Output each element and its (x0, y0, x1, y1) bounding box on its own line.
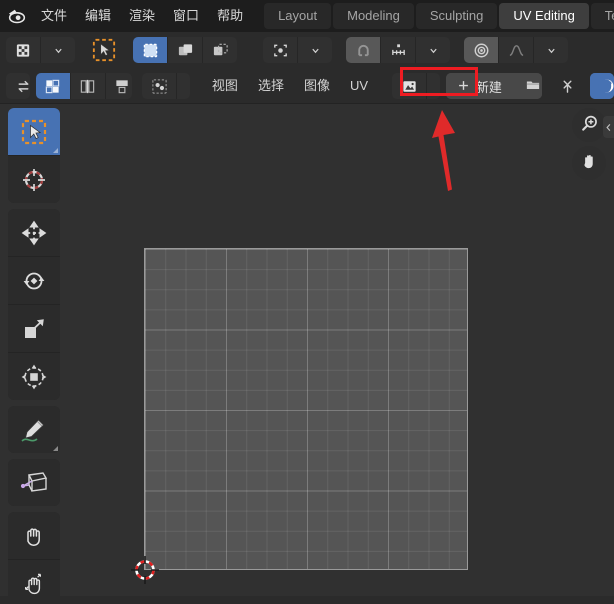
menu-edit[interactable]: 编辑 (76, 4, 120, 28)
proportional-editing-icon[interactable] (464, 37, 498, 63)
folder-icon (526, 78, 540, 94)
menu-render[interactable]: 渲染 (120, 4, 164, 28)
tool-scale[interactable] (8, 304, 60, 352)
uv-sync-selection-icon[interactable] (6, 73, 30, 99)
tool-group-expander (53, 148, 58, 153)
editor-type-selector[interactable] (6, 37, 75, 63)
tool-cursor[interactable] (8, 155, 60, 203)
plus-icon (458, 79, 469, 94)
chevron-down-icon[interactable] (40, 37, 75, 63)
select-extend-icon[interactable] (167, 37, 202, 63)
gizmo-pan[interactable] (572, 146, 606, 180)
workspace-tabs: Layout Modeling Sculpting UV Editing Te (264, 3, 614, 29)
menu-help[interactable]: 帮助 (208, 4, 252, 28)
snap-increment-icon[interactable] (380, 37, 415, 63)
status-bar (0, 596, 614, 604)
uv-sync-selection-button[interactable] (6, 73, 30, 99)
chevron-down-icon[interactable] (415, 37, 450, 63)
tool-group-annotate (8, 406, 60, 453)
header-menu-view[interactable]: 视图 (202, 74, 248, 98)
tool-tweak[interactable] (8, 108, 60, 155)
image-datablock-icon[interactable] (392, 73, 427, 99)
header-menu-uv[interactable]: UV (340, 74, 378, 98)
falloff-smooth-icon[interactable] (498, 37, 533, 63)
globe-icon[interactable] (590, 73, 614, 99)
tab-modeling[interactable]: Modeling (333, 3, 414, 29)
select-mode-group (133, 37, 237, 63)
toolbar-row-uv-header: 视图 选择 图像 UV 新建 (0, 68, 614, 104)
new-open-group: 新建 打开 (445, 73, 543, 99)
blender-window: 文件 编辑 渲染 窗口 帮助 Layout Modeling Sculpting… (0, 0, 614, 604)
magnet-icon[interactable] (346, 37, 380, 63)
uv-grid-major-lines (145, 249, 467, 569)
menu-window[interactable]: 窗口 (164, 4, 208, 28)
new-image-button[interactable]: 新建 (445, 73, 514, 99)
cursor-2d-marker-icon[interactable] (128, 553, 162, 587)
tool-move[interactable] (8, 209, 60, 256)
uv-vertex-select-icon[interactable] (35, 73, 70, 99)
active-tool-indicator[interactable] (87, 37, 121, 63)
header-menu-select[interactable]: 选择 (248, 74, 294, 98)
tool-rotate[interactable] (8, 256, 60, 304)
gizmo-zoom[interactable] (572, 108, 606, 142)
uv-select-mode-group (35, 73, 133, 99)
tool-group-sculpt (8, 512, 60, 604)
select-subtract-icon[interactable] (202, 37, 237, 63)
toolbar-row-select-options (0, 32, 614, 68)
uv-grid (144, 248, 468, 570)
tab-uv-editing[interactable]: UV Editing (499, 3, 589, 29)
pan-hand-icon (580, 152, 599, 174)
chevron-down-icon[interactable] (297, 37, 332, 63)
browse-image-selector[interactable] (392, 73, 440, 99)
tool-group-expander (53, 446, 58, 451)
tab-sculpting[interactable]: Sculpting (415, 3, 498, 29)
chevron-down-icon[interactable] (176, 73, 190, 99)
tool-group-relax (8, 459, 60, 506)
pivot-point-icon[interactable] (263, 37, 297, 63)
zoom-magnifier-icon (580, 114, 599, 136)
chevron-down-icon[interactable] (426, 73, 440, 99)
select-new-icon[interactable] (133, 37, 167, 63)
tab-texture-paint[interactable]: Te (590, 3, 614, 29)
tool-group-select (8, 108, 60, 203)
tab-layout[interactable]: Layout (264, 3, 332, 29)
tool-annotate[interactable] (8, 406, 60, 453)
tool-relax[interactable] (8, 459, 60, 506)
pivot-point-selector[interactable] (263, 37, 332, 63)
open-image-button[interactable]: 打开 (513, 73, 543, 99)
tool-group-transform (8, 209, 60, 400)
header-menus: 视图 选择 图像 UV (202, 74, 378, 98)
uv-editor-type-icon[interactable] (6, 37, 40, 63)
sticky-selection-selector[interactable] (142, 73, 190, 99)
tweak-cursor-icon[interactable] (87, 37, 121, 63)
chevron-down-icon[interactable] (533, 37, 568, 63)
top-menu-bar: 文件 编辑 渲染 窗口 帮助 Layout Modeling Sculpting… (0, 0, 614, 32)
pin-icon[interactable] (550, 73, 584, 99)
tool-transform[interactable] (8, 352, 60, 400)
display-channels-button[interactable] (590, 73, 614, 99)
tool-grab[interactable] (8, 512, 60, 559)
uv-face-select-icon[interactable] (104, 73, 133, 99)
uv-edge-select-icon[interactable] (69, 73, 105, 99)
proportional-editing-group (464, 37, 568, 63)
header-menu-image[interactable]: 图像 (294, 74, 340, 98)
sticky-selection-icon[interactable] (142, 73, 177, 99)
uv-editor-viewport[interactable] (0, 104, 614, 604)
new-image-label: 新建 (475, 79, 502, 95)
blender-logo-icon[interactable] (6, 3, 28, 29)
sidebar-toggle[interactable] (603, 116, 614, 138)
tool-shelf (8, 108, 60, 604)
snapping-group (346, 37, 450, 63)
menu-file[interactable]: 文件 (32, 4, 76, 28)
